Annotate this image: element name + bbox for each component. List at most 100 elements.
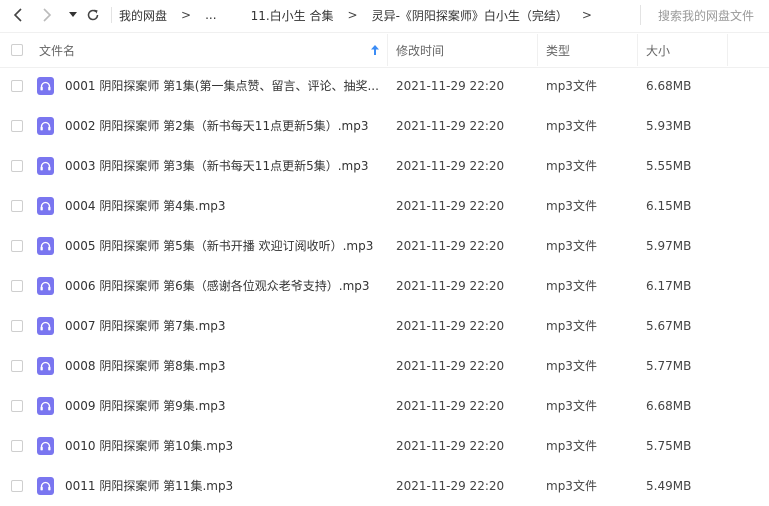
file-size: 5.49MB	[646, 479, 692, 493]
chevron-left-icon	[13, 8, 22, 22]
file-type: mp3文件	[546, 359, 597, 373]
audio-file-icon	[37, 77, 54, 95]
table-row[interactable]: 0004 阴阳探案师 第4集.mp3 2021-11-29 22:20 mp3文…	[0, 186, 769, 226]
file-list: 0001 阴阳探案师 第1集(第一集点赞、留言、评论、抽奖... 2021-11…	[0, 66, 769, 506]
search-input[interactable]	[641, 5, 769, 27]
row-checkbox[interactable]	[11, 440, 23, 452]
file-name[interactable]: 0003 阴阳探案师 第3集（新书每天11点更新5集）.mp3	[65, 146, 385, 186]
column-header-size[interactable]: 大小	[646, 33, 670, 67]
file-size: 5.77MB	[646, 359, 692, 373]
audio-file-icon	[37, 237, 54, 255]
row-checkbox[interactable]	[11, 80, 23, 92]
table-row[interactable]: 0005 阴阳探案师 第5集（新书开播 欢迎订阅收听）.mp3 2021-11-…	[0, 226, 769, 266]
row-checkbox[interactable]	[11, 240, 23, 252]
file-name[interactable]: 0005 阴阳探案师 第5集（新书开播 欢迎订阅收听）.mp3	[65, 226, 385, 266]
file-type: mp3文件	[546, 279, 597, 293]
breadcrumb-item-root[interactable]: 我的网盘	[115, 7, 171, 24]
table-row[interactable]: 0011 阴阳探案师 第11集.mp3 2021-11-29 22:20 mp3…	[0, 466, 769, 506]
file-type: mp3文件	[546, 159, 597, 173]
sort-arrow-icon[interactable]	[371, 33, 379, 67]
history-dropdown-button[interactable]	[63, 5, 83, 25]
file-size: 5.67MB	[646, 319, 692, 333]
file-size: 5.75MB	[646, 439, 692, 453]
file-modified-time: 2021-11-29 22:20	[396, 159, 505, 173]
row-checkbox[interactable]	[11, 120, 23, 132]
breadcrumb-separator: >	[181, 8, 192, 22]
forward-button[interactable]	[37, 5, 57, 25]
file-size: 5.93MB	[646, 119, 692, 133]
file-modified-time: 2021-11-29 22:20	[396, 119, 505, 133]
breadcrumb-item-folder[interactable]: 11.白小生 合集	[247, 7, 338, 24]
arrow-up-icon	[371, 45, 379, 55]
column-header-type[interactable]: 类型	[546, 33, 570, 67]
file-type: mp3文件	[546, 79, 597, 93]
file-modified-time: 2021-11-29 22:20	[396, 239, 505, 253]
audio-file-icon	[37, 397, 54, 415]
row-checkbox[interactable]	[11, 200, 23, 212]
audio-file-icon	[37, 437, 54, 455]
search-box	[640, 5, 769, 27]
row-checkbox[interactable]	[11, 280, 23, 292]
column-divider	[387, 34, 388, 66]
row-checkbox[interactable]	[11, 160, 23, 172]
file-name[interactable]: 0009 阴阳探案师 第9集.mp3	[65, 386, 385, 426]
file-modified-time: 2021-11-29 22:20	[396, 199, 505, 213]
column-divider	[727, 34, 728, 66]
file-type: mp3文件	[546, 119, 597, 133]
table-row[interactable]: 0001 阴阳探案师 第1集(第一集点赞、留言、评论、抽奖... 2021-11…	[0, 66, 769, 106]
file-name[interactable]: 0001 阴阳探案师 第1集(第一集点赞、留言、评论、抽奖...	[65, 66, 385, 106]
row-checkbox[interactable]	[11, 400, 23, 412]
row-checkbox[interactable]	[11, 480, 23, 492]
audio-file-icon	[37, 197, 54, 215]
file-name[interactable]: 0004 阴阳探案师 第4集.mp3	[65, 186, 385, 226]
file-type: mp3文件	[546, 439, 597, 453]
file-size: 6.15MB	[646, 199, 692, 213]
table-row[interactable]: 0009 阴阳探案师 第9集.mp3 2021-11-29 22:20 mp3文…	[0, 386, 769, 426]
table-row[interactable]: 0006 阴阳探案师 第6集（感谢各位观众老爷支持）.mp3 2021-11-2…	[0, 266, 769, 306]
select-all-checkbox[interactable]	[11, 44, 23, 56]
file-name[interactable]: 0011 阴阳探案师 第11集.mp3	[65, 466, 385, 506]
back-button[interactable]	[8, 5, 28, 25]
audio-file-icon	[37, 117, 54, 135]
file-modified-time: 2021-11-29 22:20	[396, 79, 505, 93]
table-row[interactable]: 0010 阴阳探案师 第10集.mp3 2021-11-29 22:20 mp3…	[0, 426, 769, 466]
file-modified-time: 2021-11-29 22:20	[396, 479, 505, 493]
column-divider	[637, 34, 638, 66]
refresh-button[interactable]	[83, 5, 103, 25]
toolbar: 我的网盘 > ... > 11.白小生 合集 > 灵异-《阴阳探案师》白小生（完…	[0, 0, 769, 30]
file-modified-time: 2021-11-29 22:20	[396, 399, 505, 413]
column-header-modified[interactable]: 修改时间	[396, 33, 444, 67]
breadcrumb-separator[interactable]: >	[572, 8, 602, 22]
file-size: 6.68MB	[646, 79, 692, 93]
row-checkbox[interactable]	[11, 360, 23, 372]
file-type: mp3文件	[546, 199, 597, 213]
table-row[interactable]: 0003 阴阳探案师 第3集（新书每天11点更新5集）.mp3 2021-11-…	[0, 146, 769, 186]
row-checkbox[interactable]	[11, 320, 23, 332]
file-modified-time: 2021-11-29 22:20	[396, 319, 505, 333]
file-modified-time: 2021-11-29 22:20	[396, 359, 505, 373]
file-size: 6.17MB	[646, 279, 692, 293]
caret-down-icon	[69, 12, 77, 17]
file-name[interactable]: 0010 阴阳探案师 第10集.mp3	[65, 426, 385, 466]
table-row[interactable]: 0002 阴阳探案师 第2集（新书每天11点更新5集）.mp3 2021-11-…	[0, 106, 769, 146]
file-size: 6.68MB	[646, 399, 692, 413]
file-type: mp3文件	[546, 479, 597, 493]
breadcrumb-separator: >	[347, 8, 358, 22]
toolbar-divider	[111, 7, 112, 23]
audio-file-icon	[37, 317, 54, 335]
breadcrumb-item-ellipsis[interactable]: ...	[201, 8, 220, 22]
audio-file-icon	[37, 157, 54, 175]
audio-file-icon	[37, 477, 54, 495]
file-type: mp3文件	[546, 399, 597, 413]
file-name[interactable]: 0002 阴阳探案师 第2集（新书每天11点更新5集）.mp3	[65, 106, 385, 146]
breadcrumb-item-current[interactable]: 灵异-《阴阳探案师》白小生（完结）	[368, 7, 572, 24]
table-row[interactable]: 0007 阴阳探案师 第7集.mp3 2021-11-29 22:20 mp3文…	[0, 306, 769, 346]
table-row[interactable]: 0008 阴阳探案师 第8集.mp3 2021-11-29 22:20 mp3文…	[0, 346, 769, 386]
file-size: 5.97MB	[646, 239, 692, 253]
audio-file-icon	[37, 357, 54, 375]
file-name[interactable]: 0007 阴阳探案师 第7集.mp3	[65, 306, 385, 346]
file-modified-time: 2021-11-29 22:20	[396, 279, 505, 293]
column-header-name[interactable]: 文件名	[39, 33, 75, 67]
file-name[interactable]: 0006 阴阳探案师 第6集（感谢各位观众老爷支持）.mp3	[65, 266, 385, 306]
file-name[interactable]: 0008 阴阳探案师 第8集.mp3	[65, 346, 385, 386]
